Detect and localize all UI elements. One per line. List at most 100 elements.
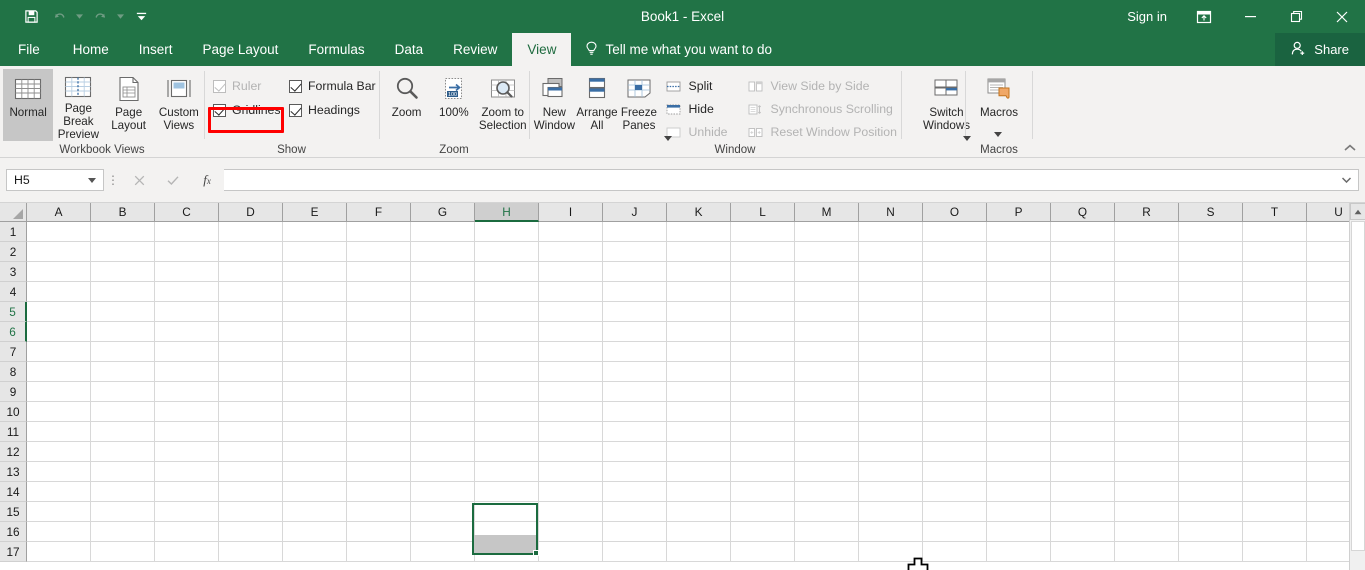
tab-insert[interactable]: Insert [124,33,188,66]
cell-G13[interactable] [411,462,475,482]
cell-L5[interactable] [731,302,795,322]
cell-D8[interactable] [219,362,283,382]
ribbon-display-options-icon[interactable] [1181,0,1227,33]
column-header-f[interactable]: F [347,203,411,222]
column-header-k[interactable]: K [667,203,731,222]
row-header-12[interactable]: 12 [0,442,27,462]
cell-S17[interactable] [1179,542,1243,562]
cell-P5[interactable] [987,302,1051,322]
row-header-16[interactable]: 16 [0,522,27,542]
cell-G5[interactable] [411,302,475,322]
cell-D2[interactable] [219,242,283,262]
cell-T15[interactable] [1243,502,1307,522]
cell-K2[interactable] [667,242,731,262]
cell-I11[interactable] [539,422,603,442]
cell-H14[interactable] [475,482,539,502]
cell-D11[interactable] [219,422,283,442]
cancel-x-icon[interactable] [122,169,156,191]
cell-I9[interactable] [539,382,603,402]
cell-R9[interactable] [1115,382,1179,402]
cell-S14[interactable] [1179,482,1243,502]
cell-D10[interactable] [219,402,283,422]
cell-I1[interactable] [539,222,603,242]
cell-R14[interactable] [1115,482,1179,502]
cell-Q6[interactable] [1051,322,1115,342]
cell-T5[interactable] [1243,302,1307,322]
cell-F6[interactable] [347,322,411,342]
cell-E3[interactable] [283,262,347,282]
cell-R1[interactable] [1115,222,1179,242]
cell-M14[interactable] [795,482,859,502]
cell-F9[interactable] [347,382,411,402]
share-button[interactable]: Share [1275,33,1365,66]
cell-R6[interactable] [1115,322,1179,342]
cell-T13[interactable] [1243,462,1307,482]
cell-J14[interactable] [603,482,667,502]
cell-L12[interactable] [731,442,795,462]
page-layout-button[interactable]: Page Layout [104,69,154,141]
expand-formula-bar-icon[interactable] [1338,177,1354,183]
chevron-up-icon[interactable] [1341,140,1359,156]
cell-T1[interactable] [1243,222,1307,242]
cell-D1[interactable] [219,222,283,242]
cell-L11[interactable] [731,422,795,442]
cell-K12[interactable] [667,442,731,462]
cell-K5[interactable] [667,302,731,322]
cell-P12[interactable] [987,442,1051,462]
cell-H11[interactable] [475,422,539,442]
cell-L1[interactable] [731,222,795,242]
cell-M13[interactable] [795,462,859,482]
cell-A8[interactable] [27,362,91,382]
column-header-b[interactable]: B [91,203,155,222]
cell-H6[interactable] [475,322,539,342]
redo-dropdown-icon[interactable] [115,5,126,29]
cell-C3[interactable] [155,262,219,282]
cell-R4[interactable] [1115,282,1179,302]
cell-I16[interactable] [539,522,603,542]
cell-O7[interactable] [923,342,987,362]
cell-P9[interactable] [987,382,1051,402]
cell-E1[interactable] [283,222,347,242]
cell-E17[interactable] [283,542,347,562]
cell-K17[interactable] [667,542,731,562]
cell-P7[interactable] [987,342,1051,362]
cell-I13[interactable] [539,462,603,482]
cell-K16[interactable] [667,522,731,542]
cell-A16[interactable] [27,522,91,542]
cell-A12[interactable] [27,442,91,462]
cell-J9[interactable] [603,382,667,402]
cell-Q15[interactable] [1051,502,1115,522]
cell-I3[interactable] [539,262,603,282]
cell-L13[interactable] [731,462,795,482]
restore-icon[interactable] [1273,0,1319,33]
cell-area[interactable] [27,222,1365,562]
cell-A5[interactable] [27,302,91,322]
tab-file[interactable]: File [0,33,58,66]
cell-G16[interactable] [411,522,475,542]
cell-Q3[interactable] [1051,262,1115,282]
cell-T8[interactable] [1243,362,1307,382]
gridlines-checkbox-row[interactable]: Gridlines [213,100,289,120]
cell-D7[interactable] [219,342,283,362]
cell-B13[interactable] [91,462,155,482]
arrange-all-button[interactable]: Arrange All [576,69,619,141]
tab-page-layout[interactable]: Page Layout [188,33,294,66]
cell-G14[interactable] [411,482,475,502]
cell-L6[interactable] [731,322,795,342]
column-header-p[interactable]: P [987,203,1051,222]
cell-G10[interactable] [411,402,475,422]
cell-D14[interactable] [219,482,283,502]
cell-P13[interactable] [987,462,1051,482]
cell-M3[interactable] [795,262,859,282]
cell-J11[interactable] [603,422,667,442]
column-header-s[interactable]: S [1179,203,1243,222]
cell-N9[interactable] [859,382,923,402]
cell-F17[interactable] [347,542,411,562]
undo-dropdown-icon[interactable] [74,5,85,29]
cell-F13[interactable] [347,462,411,482]
row-header-17[interactable]: 17 [0,542,27,562]
cell-I8[interactable] [539,362,603,382]
tab-data[interactable]: Data [380,33,439,66]
cell-A6[interactable] [27,322,91,342]
cell-R16[interactable] [1115,522,1179,542]
